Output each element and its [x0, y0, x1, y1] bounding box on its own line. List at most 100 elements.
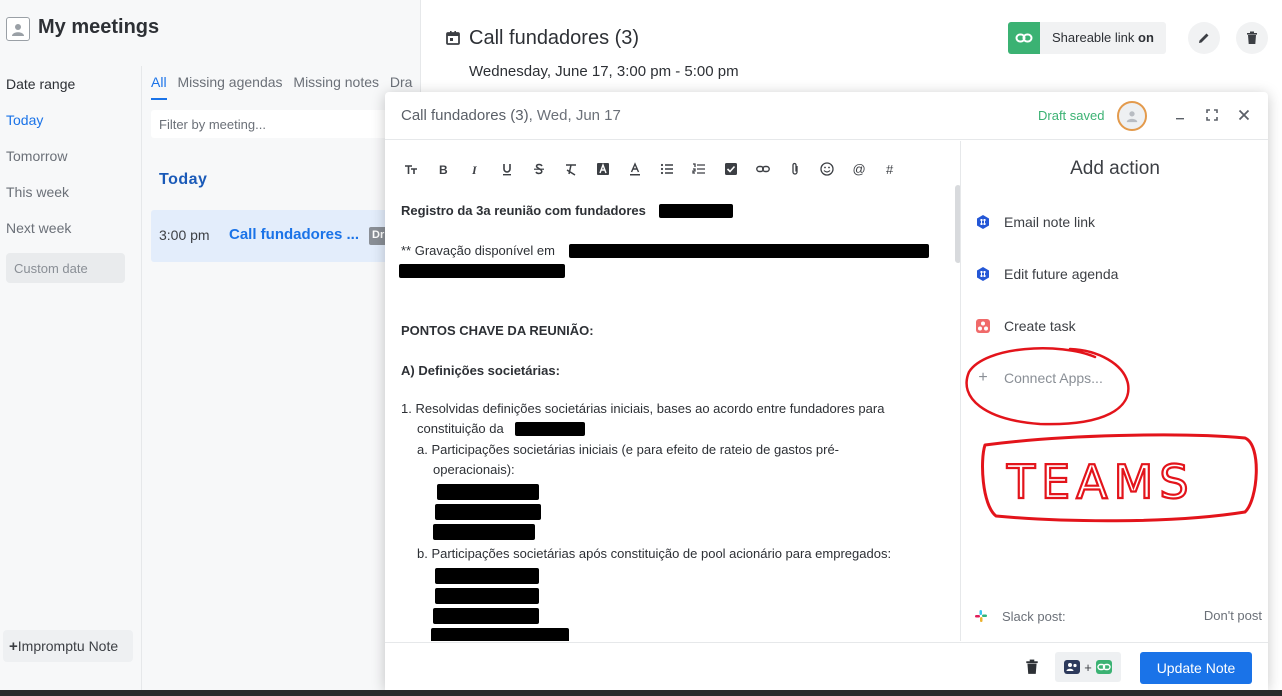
- person-icon: [1126, 111, 1138, 123]
- redaction-mark: [437, 484, 539, 500]
- shareable-link-text: Shareable link: [1052, 30, 1135, 45]
- slack-post-value[interactable]: Don't post: [1204, 608, 1262, 623]
- numbered-list-icon[interactable]: [683, 159, 715, 179]
- shareable-link-state: on: [1138, 30, 1154, 45]
- plus-icon: +: [9, 638, 18, 655]
- taskbar-strip: [0, 690, 1282, 696]
- modal-footer: + Update Note: [385, 642, 1268, 690]
- action-email-note-link[interactable]: Email note link: [974, 210, 1095, 234]
- redaction-mark: [435, 504, 541, 520]
- shareable-link-label: Shareable link on: [1040, 22, 1166, 54]
- text-size-icon[interactable]: [395, 159, 427, 179]
- redaction-mark: [515, 422, 585, 436]
- plus-sign: +: [1084, 659, 1092, 675]
- text-color-icon[interactable]: [619, 159, 651, 179]
- update-note-button[interactable]: Update Note: [1140, 652, 1252, 684]
- action-connect-apps[interactable]: + Connect Apps...: [974, 366, 1103, 390]
- text-highlight-icon[interactable]: [587, 159, 619, 179]
- clear-format-icon[interactable]: [555, 159, 587, 179]
- meetings-panel: My meetings Date range Today Tomorrow Th…: [0, 0, 421, 690]
- pencil-icon: [1199, 33, 1209, 43]
- redaction-mark: [435, 568, 539, 584]
- action-create-task[interactable]: Create task: [974, 314, 1076, 338]
- action-edit-future-agenda[interactable]: Edit future agenda: [974, 262, 1118, 286]
- tab-missing-notes[interactable]: Missing notes: [293, 74, 379, 98]
- calendar-icon: [446, 31, 460, 45]
- editor-scrollbar[interactable]: [955, 185, 960, 263]
- note-heading-key-points: PONTOS CHAVE DA REUNIÃO:: [401, 323, 594, 338]
- impromptu-note-button[interactable]: +Impromptu Note: [3, 630, 133, 662]
- note-heading-definitions: A) Definições societárias:: [401, 363, 560, 378]
- link-icon: [1008, 22, 1040, 54]
- edit-meeting-button[interactable]: [1188, 22, 1220, 54]
- note-editor[interactable]: B I @ # Registro da 3a reunião com funda…: [385, 141, 961, 641]
- bold-icon[interactable]: B: [427, 159, 459, 179]
- meeting-filter-tabs: All Missing agendas Missing notes Dra: [151, 74, 419, 100]
- link-insert-icon[interactable]: [747, 159, 779, 179]
- attachment-icon[interactable]: [779, 159, 811, 179]
- slack-post-label: Slack post:: [1002, 609, 1066, 624]
- date-range-today[interactable]: Today: [6, 112, 43, 128]
- shareable-link-toggle[interactable]: Shareable link on: [1008, 22, 1166, 54]
- action-label: Create task: [1004, 318, 1076, 334]
- draft-status: Draft saved: [1038, 108, 1105, 123]
- note-line-recording: ** Gravação disponível em: [401, 243, 555, 258]
- meeting-header: Call fundadores (3) Wednesday, June 17, …: [421, 0, 1282, 96]
- minimize-icon[interactable]: [1172, 107, 1188, 123]
- emoji-icon[interactable]: [811, 159, 843, 179]
- add-action-panel: Add action Email note link Edit future a…: [962, 141, 1268, 641]
- filter-meeting-input[interactable]: [151, 110, 413, 138]
- delete-meeting-button[interactable]: [1236, 22, 1268, 54]
- meeting-name: Call fundadores ...: [229, 226, 360, 243]
- redaction-mark: [659, 204, 733, 218]
- tab-all[interactable]: All: [151, 74, 167, 100]
- action-label: Email note link: [1004, 214, 1096, 230]
- hashtag-icon[interactable]: #: [875, 159, 907, 179]
- date-range-next-week[interactable]: Next week: [6, 220, 71, 236]
- redaction-mark: [433, 524, 535, 540]
- strikethrough-icon[interactable]: [523, 159, 555, 179]
- note-item-1: 1. Resolvidas definições societárias ini…: [401, 401, 885, 416]
- date-range-this-week[interactable]: This week: [6, 184, 69, 200]
- mention-icon[interactable]: @: [843, 159, 875, 179]
- share-integrations-button[interactable]: +: [1055, 652, 1121, 682]
- modal-title: Call fundadores (3), Wed, Jun 17: [401, 107, 621, 124]
- svg-text:I: I: [471, 163, 478, 176]
- date-range-label: Date range: [6, 76, 76, 92]
- app-root: My meetings Date range Today Tomorrow Th…: [0, 0, 1282, 696]
- hexagon-link-icon: [974, 213, 992, 231]
- app-header: My meetings: [0, 0, 421, 60]
- redaction-mark: [433, 608, 539, 624]
- svg-text:#: #: [886, 162, 894, 176]
- underline-icon[interactable]: [491, 159, 523, 179]
- user-avatar-icon[interactable]: [6, 17, 30, 41]
- fullscreen-icon[interactable]: [1204, 107, 1220, 123]
- italic-icon[interactable]: I: [459, 159, 491, 179]
- checklist-icon[interactable]: [715, 159, 747, 179]
- teams-people-icon: [1064, 660, 1081, 674]
- slack-post-setting[interactable]: Slack post: Don't post: [974, 607, 1262, 627]
- modal-header: Call fundadores (3), Wed, Jun 17 Draft s…: [385, 92, 1268, 140]
- date-range-tomorrow[interactable]: Tomorrow: [6, 148, 67, 164]
- slack-icon: [975, 610, 987, 622]
- svg-text:B: B: [439, 163, 448, 176]
- svg-text:@: @: [853, 162, 866, 176]
- meeting-title: Call fundadores (3): [469, 27, 640, 49]
- redaction-mark: [569, 244, 929, 258]
- meeting-list-item[interactable]: 3:00 pm Call fundadores ... Dr: [151, 210, 421, 262]
- tab-missing-agendas[interactable]: Missing agendas: [177, 74, 282, 98]
- close-icon[interactable]: [1236, 107, 1252, 123]
- custom-date-button[interactable]: Custom date: [6, 253, 125, 283]
- author-avatar[interactable]: [1117, 101, 1147, 131]
- impromptu-note-label: Impromptu Note: [17, 638, 119, 654]
- date-range-sidebar: Date range Today Tomorrow This week Next…: [0, 66, 142, 690]
- bullet-list-icon[interactable]: [651, 159, 683, 179]
- redaction-mark: [435, 588, 539, 604]
- format-toolbar: B I @ #: [395, 159, 907, 179]
- asana-icon: [974, 317, 992, 335]
- note-editor-modal: Call fundadores (3), Wed, Jun 17 Draft s…: [385, 92, 1268, 690]
- modal-title-name: Call fundadores (3): [401, 107, 529, 124]
- redaction-mark: [431, 628, 569, 641]
- plus-icon: +: [978, 369, 988, 386]
- trash-icon[interactable]: [1025, 659, 1039, 675]
